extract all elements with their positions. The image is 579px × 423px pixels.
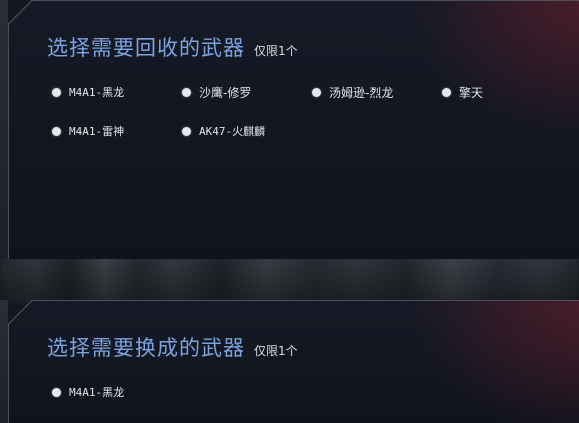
panel-edge bbox=[0, 300, 8, 423]
corner-bevel-icon bbox=[8, 300, 33, 325]
weapon-exchange-screen: 选择需要回收的武器 仅限1个 M4A1-黑龙 沙鹰-修罗 汤姆逊-烈龙 擎天 M… bbox=[0, 0, 579, 423]
weapon-label: AK47-火麒麟 bbox=[199, 125, 266, 138]
radio-button[interactable] bbox=[52, 87, 61, 97]
recycle-weapon-panel: 选择需要回收的武器 仅限1个 M4A1-黑龙 沙鹰-修罗 汤姆逊-烈龙 擎天 M… bbox=[8, 0, 579, 259]
radio-button[interactable] bbox=[182, 126, 191, 136]
corner-bevel-icon bbox=[8, 0, 33, 25]
background-scene bbox=[0, 258, 579, 304]
radio-button[interactable] bbox=[442, 87, 451, 97]
weapon-label: 汤姆逊-烈龙 bbox=[329, 85, 394, 100]
weapon-option[interactable]: M4A1-雷神 bbox=[52, 122, 124, 140]
weapon-label: M4A1-黑龙 bbox=[69, 86, 125, 99]
panel-edge bbox=[0, 0, 8, 258]
weapon-option[interactable]: 汤姆逊-烈龙 bbox=[312, 83, 393, 101]
weapon-option[interactable]: AK47-火麒麟 bbox=[182, 122, 265, 140]
selection-limit: 仅限1个 bbox=[254, 344, 298, 358]
radio-button[interactable] bbox=[312, 87, 321, 97]
panel-header: 选择需要换成的武器 仅限1个 bbox=[47, 332, 298, 362]
panel-header: 选择需要回收的武器 仅限1个 bbox=[47, 32, 298, 62]
radio-button[interactable] bbox=[52, 387, 61, 397]
exchange-weapon-panel: 选择需要换成的武器 仅限1个 M4A1-黑龙 bbox=[8, 300, 579, 423]
weapon-label: M4A1-黑龙 bbox=[69, 386, 125, 399]
radio-button[interactable] bbox=[52, 126, 61, 136]
panel-title: 选择需要换成的武器 bbox=[47, 336, 245, 360]
selection-limit: 仅限1个 bbox=[254, 44, 298, 58]
panel-title: 选择需要回收的武器 bbox=[47, 36, 245, 60]
weapon-label: 擎天 bbox=[459, 85, 484, 100]
weapon-label: 沙鹰-修罗 bbox=[199, 85, 252, 100]
weapon-option[interactable]: 沙鹰-修罗 bbox=[182, 83, 251, 101]
weapon-option[interactable]: 擎天 bbox=[442, 83, 483, 101]
radio-button[interactable] bbox=[182, 87, 191, 97]
weapon-label: M4A1-雷神 bbox=[69, 125, 125, 138]
weapon-option[interactable]: M4A1-黑龙 bbox=[52, 83, 124, 101]
weapon-option[interactable]: M4A1-黑龙 bbox=[52, 383, 124, 401]
